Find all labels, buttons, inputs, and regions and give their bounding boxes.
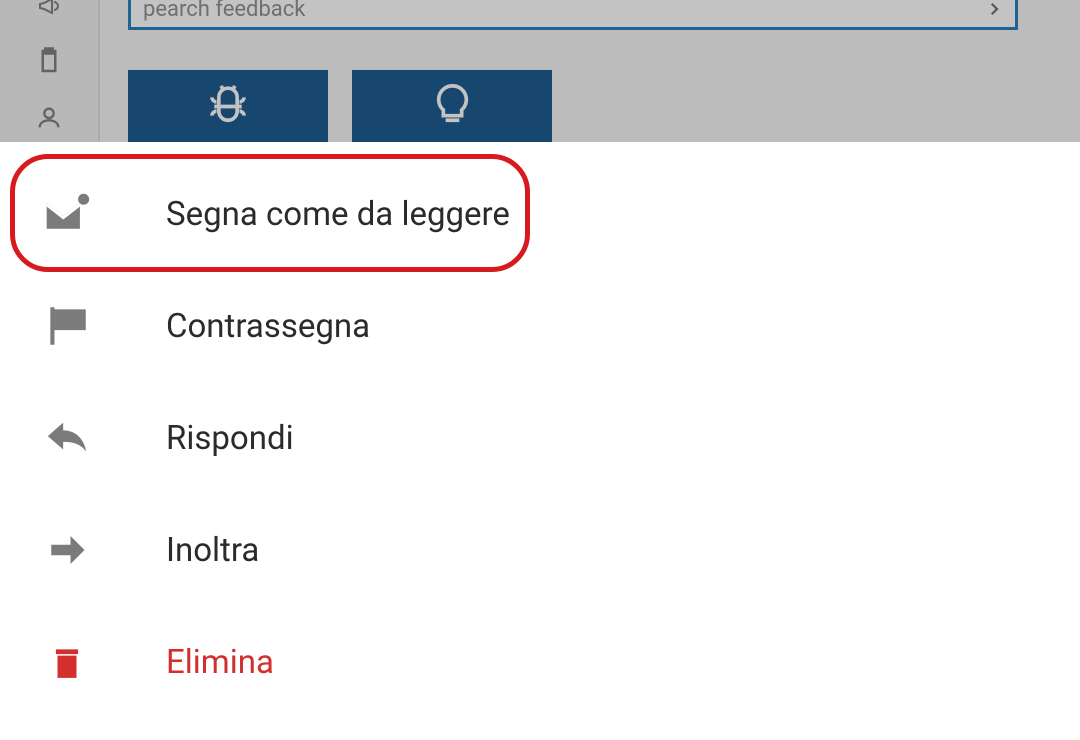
menu-item-delete[interactable]: Elimina xyxy=(0,606,1080,718)
trash-icon xyxy=(40,640,94,684)
reply-icon xyxy=(40,415,94,461)
background-overlay xyxy=(0,0,1080,142)
mail-unread-icon xyxy=(40,191,94,237)
forward-icon xyxy=(40,529,94,571)
menu-label-delete: Elimina xyxy=(166,643,274,682)
menu-item-forward[interactable]: Inoltra xyxy=(0,494,1080,606)
menu-label-forward: Inoltra xyxy=(166,531,259,570)
menu-label-mark-unread: Segna come da leggere xyxy=(166,195,510,234)
menu-item-mark-unread[interactable]: Segna come da leggere xyxy=(0,158,1080,270)
menu-item-reply[interactable]: Rispondi xyxy=(0,382,1080,494)
context-menu: Segna come da leggere Contrassegna Rispo… xyxy=(0,142,1080,740)
flag-icon xyxy=(40,301,94,351)
menu-label-reply: Rispondi xyxy=(166,419,294,458)
menu-label-flag: Contrassegna xyxy=(166,307,370,346)
menu-item-flag[interactable]: Contrassegna xyxy=(0,270,1080,382)
